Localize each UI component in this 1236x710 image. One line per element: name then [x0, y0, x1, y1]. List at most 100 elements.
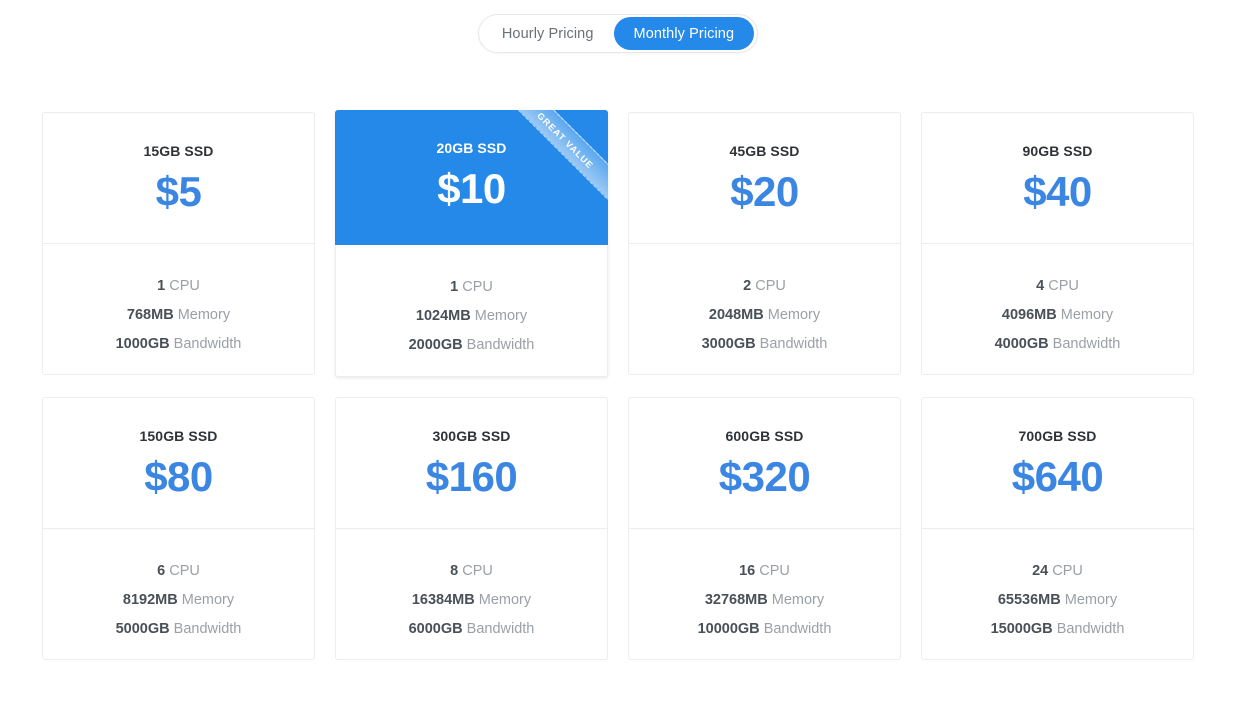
spec-cpu-value: 2 [743, 278, 752, 294]
spec-memory-label: Memory [1060, 307, 1114, 323]
plan-price: $10 [437, 165, 506, 212]
pricing-card[interactable]: 300GB SSD $160 8 CPU 16384MB Memory 6000… [335, 397, 608, 660]
spec-bandwidth-label: Bandwidth [1056, 621, 1125, 637]
spec-bandwidth-label: Bandwidth [763, 621, 832, 637]
spec-memory-label: Memory [478, 592, 532, 608]
pricing-card-specs: 8 CPU 16384MB Memory 6000GB Bandwidth [336, 529, 607, 659]
toggle-option-monthly[interactable]: Monthly Pricing [613, 17, 755, 50]
spec-cpu: 4 CPU [1036, 272, 1079, 301]
spec-cpu-label: CPU [755, 278, 786, 294]
plan-price: $320 [718, 453, 811, 500]
pricing-card-header: 600GB SSD $320 [629, 398, 900, 529]
plan-title: 90GB SSD [1022, 143, 1093, 159]
spec-bandwidth-value: 6000GB [408, 621, 463, 637]
spec-bandwidth-label: Bandwidth [173, 621, 242, 637]
pricing-card[interactable]: 45GB SSD $20 2 CPU 2048MB Memory 3000GB … [628, 112, 901, 375]
pricing-plan-grid: 15GB SSD $5 1 CPU 768MB Memory 1000GB Ba… [42, 110, 1194, 660]
pricing-card[interactable]: 15GB SSD $5 1 CPU 768MB Memory 1000GB Ba… [42, 112, 315, 375]
spec-bandwidth-value: 3000GB [701, 336, 756, 352]
pricing-card-featured[interactable]: GREAT VALUE 20GB SSD $10 1 CPU 1024MB Me… [335, 110, 608, 377]
spec-cpu-label: CPU [1048, 278, 1079, 294]
pricing-card[interactable]: 150GB SSD $80 6 CPU 8192MB Memory 5000GB… [42, 397, 315, 660]
pricing-card-specs: 2 CPU 2048MB Memory 3000GB Bandwidth [629, 244, 900, 374]
pricing-card-specs: 24 CPU 65536MB Memory 15000GB Bandwidth [922, 529, 1193, 659]
spec-memory: 8192MB Memory [123, 586, 234, 615]
spec-cpu-label: CPU [169, 563, 200, 579]
pricing-card-header: 15GB SSD $5 [43, 113, 314, 244]
plan-title: 300GB SSD [432, 428, 511, 444]
plan-title: 700GB SSD [1018, 428, 1097, 444]
spec-bandwidth: 1000GB Bandwidth [116, 330, 242, 359]
plan-price: $40 [1023, 168, 1092, 215]
spec-cpu-value: 1 [157, 278, 166, 294]
spec-bandwidth: 6000GB Bandwidth [409, 615, 535, 644]
spec-memory: 1024MB Memory [416, 302, 527, 331]
pricing-card[interactable]: 90GB SSD $40 4 CPU 4096MB Memory 4000GB … [921, 112, 1194, 375]
spec-bandwidth-label: Bandwidth [173, 336, 242, 352]
spec-memory-value: 2048MB [708, 307, 764, 323]
spec-memory-value: 4096MB [1001, 307, 1057, 323]
spec-memory: 65536MB Memory [998, 586, 1117, 615]
spec-cpu: 24 CPU [1032, 557, 1083, 586]
spec-bandwidth-value: 5000GB [115, 621, 170, 637]
spec-memory-value: 65536MB [997, 592, 1061, 608]
spec-cpu-label: CPU [1052, 563, 1083, 579]
spec-memory-value: 1024MB [415, 308, 471, 324]
spec-memory: 768MB Memory [127, 301, 230, 330]
spec-cpu: 1 CPU [450, 273, 493, 302]
spec-cpu-label: CPU [462, 563, 493, 579]
spec-memory-value: 8192MB [122, 592, 178, 608]
plan-title: 150GB SSD [139, 428, 218, 444]
spec-bandwidth-value: 15000GB [990, 621, 1053, 637]
billing-period-toggle[interactable]: Hourly Pricing Monthly Pricing [477, 14, 759, 53]
plan-price: $5 [155, 168, 202, 215]
spec-cpu: 2 CPU [743, 272, 786, 301]
spec-cpu: 6 CPU [157, 557, 200, 586]
spec-memory-value: 16384MB [411, 592, 475, 608]
spec-cpu-value: 16 [739, 563, 756, 579]
pricing-card-specs: 4 CPU 4096MB Memory 4000GB Bandwidth [922, 244, 1193, 374]
spec-cpu-value: 1 [450, 279, 459, 295]
spec-cpu-label: CPU [169, 278, 200, 294]
spec-memory-value: 32768MB [704, 592, 768, 608]
toggle-option-hourly[interactable]: Hourly Pricing [482, 17, 614, 50]
spec-cpu-label: CPU [462, 279, 493, 295]
spec-memory: 16384MB Memory [412, 586, 531, 615]
plan-price: $640 [1011, 453, 1104, 500]
spec-bandwidth-label: Bandwidth [466, 621, 535, 637]
toggle-option-monthly-label: Monthly Pricing [633, 25, 735, 42]
spec-cpu: 1 CPU [157, 272, 200, 301]
spec-bandwidth: 10000GB Bandwidth [698, 615, 832, 644]
pricing-card-header: 90GB SSD $40 [922, 113, 1193, 244]
spec-memory: 4096MB Memory [1002, 301, 1113, 330]
pricing-card-specs: 1 CPU 768MB Memory 1000GB Bandwidth [43, 244, 314, 374]
pricing-card-specs: 6 CPU 8192MB Memory 5000GB Bandwidth [43, 529, 314, 659]
spec-memory-label: Memory [771, 592, 825, 608]
pricing-page: Hourly Pricing Monthly Pricing 15GB SSD … [0, 0, 1236, 710]
spec-memory-value: 768MB [126, 307, 174, 323]
spec-memory-label: Memory [177, 307, 231, 323]
pricing-card-header: GREAT VALUE 20GB SSD $10 [335, 110, 608, 245]
pricing-card-header: 300GB SSD $160 [336, 398, 607, 529]
pricing-card[interactable]: 600GB SSD $320 16 CPU 32768MB Memory 100… [628, 397, 901, 660]
spec-bandwidth-label: Bandwidth [466, 337, 535, 353]
pricing-card-specs: 16 CPU 32768MB Memory 10000GB Bandwidth [629, 529, 900, 659]
great-value-ribbon: GREAT VALUE [489, 110, 608, 217]
plan-price: $80 [144, 453, 213, 500]
pricing-card-header: 45GB SSD $20 [629, 113, 900, 244]
toggle-option-hourly-label: Hourly Pricing [501, 25, 594, 42]
spec-bandwidth: 2000GB Bandwidth [409, 331, 535, 360]
spec-memory: 32768MB Memory [705, 586, 824, 615]
plan-price: $160 [425, 453, 518, 500]
spec-bandwidth-label: Bandwidth [759, 336, 828, 352]
pricing-card[interactable]: 700GB SSD $640 24 CPU 65536MB Memory 150… [921, 397, 1194, 660]
pricing-card-header: 700GB SSD $640 [922, 398, 1193, 529]
spec-memory-label: Memory [181, 592, 235, 608]
pricing-card-specs: 1 CPU 1024MB Memory 2000GB Bandwidth [335, 245, 608, 377]
spec-bandwidth-value: 10000GB [697, 621, 760, 637]
plan-title: 20GB SSD [436, 140, 507, 156]
spec-cpu-value: 4 [1036, 278, 1045, 294]
spec-memory-label: Memory [767, 307, 821, 323]
spec-bandwidth-value: 4000GB [994, 336, 1049, 352]
spec-bandwidth: 5000GB Bandwidth [116, 615, 242, 644]
